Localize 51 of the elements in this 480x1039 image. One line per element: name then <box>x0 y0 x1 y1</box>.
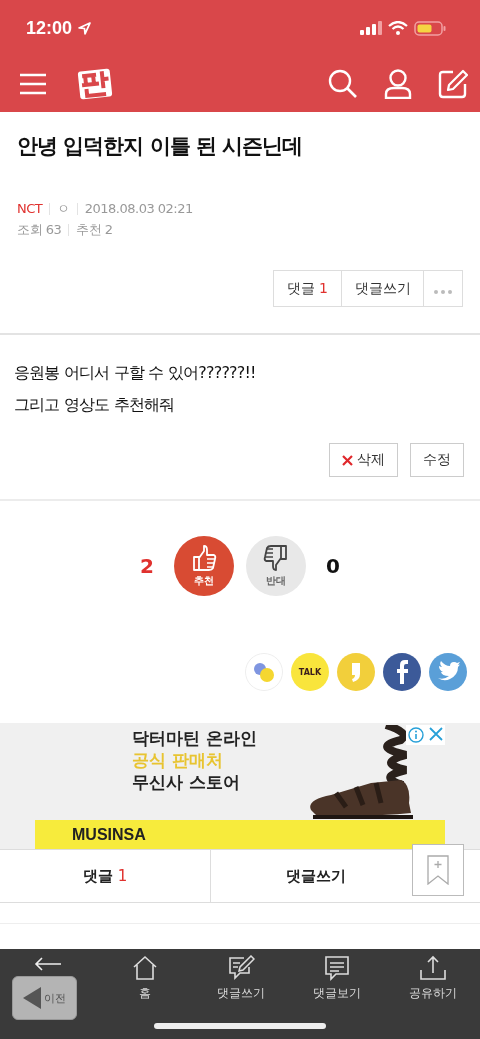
facebook-icon[interactable] <box>383 653 421 691</box>
back-arrow-icon[interactable] <box>34 956 62 972</box>
write-comment-button[interactable]: 댓글쓰기 <box>340 270 425 307</box>
toolbar-button[interactable]: 홈 <box>97 955 193 1005</box>
logo-icon[interactable] <box>77 67 113 101</box>
ad-headline[interactable]: 무신사 스토어 <box>132 771 257 793</box>
home-icon <box>132 955 158 981</box>
status-time: 12:00 <box>26 17 73 39</box>
upvote-count: 2 <box>140 554 154 578</box>
view-count: 조회 63 <box>17 221 62 239</box>
share-icon <box>419 955 447 981</box>
recommend-count: 추천 2 <box>76 221 113 239</box>
compose-icon[interactable] <box>438 69 468 99</box>
thumbs-down-icon <box>262 544 290 572</box>
pencil-note-icon <box>227 955 255 981</box>
close-icon <box>342 454 353 466</box>
post-title: 안녕 입덕한지 이틀 된 시즌닌데 <box>17 133 304 160</box>
upvote-button[interactable]: 추천 <box>174 536 234 596</box>
post-body-line: 그리고 영상도 추천해줘 <box>14 394 176 416</box>
delete-button[interactable]: 삭제 <box>329 443 398 477</box>
ad-brand[interactable]: MUSINSA <box>72 825 146 844</box>
battery-icon <box>414 20 446 36</box>
user-icon[interactable] <box>384 69 412 99</box>
toolbar-button[interactable]: 공유하기 <box>385 955 480 1005</box>
left-triangle-icon <box>23 987 41 1009</box>
search-icon[interactable] <box>328 69 358 99</box>
edit-button[interactable]: 수정 <box>410 443 464 477</box>
bird-icon[interactable] <box>429 653 467 691</box>
menu-icon[interactable] <box>19 73 47 95</box>
location-arrow-icon <box>78 21 92 35</box>
post-date: 2018.08.03 02:21 <box>84 200 193 218</box>
previous-button[interactable]: 이전 <box>12 976 77 1020</box>
author-name: ㅇ <box>57 200 70 218</box>
talk-share-button[interactable]: TALK <box>291 653 329 691</box>
toolbar-button[interactable]: 댓글보기 <box>289 955 385 1005</box>
post-body-line: 응원봉 어디서 구할 수 있어??????!! <box>14 362 257 384</box>
category-link[interactable]: NCT <box>17 198 43 219</box>
thumbs-up-icon <box>190 544 218 572</box>
chat-bubbles-icon[interactable] <box>245 653 283 691</box>
signal-icon <box>360 21 382 35</box>
more-icon <box>434 289 452 294</box>
downvote-count: 0 <box>326 554 340 578</box>
downvote-button[interactable]: 반대 <box>246 536 306 596</box>
toolbar-button[interactable]: 댓글쓰기 <box>193 955 289 1005</box>
comments-button[interactable]: 댓글 1 <box>272 270 342 307</box>
speech-bubble-icon <box>324 955 350 981</box>
ad-headline[interactable]: 닥터마틴 온라인 <box>132 727 257 749</box>
wifi-icon <box>388 21 408 35</box>
bookmark-add-icon <box>427 855 449 885</box>
close-icon[interactable] <box>429 727 443 741</box>
info-icon[interactable] <box>408 727 424 743</box>
